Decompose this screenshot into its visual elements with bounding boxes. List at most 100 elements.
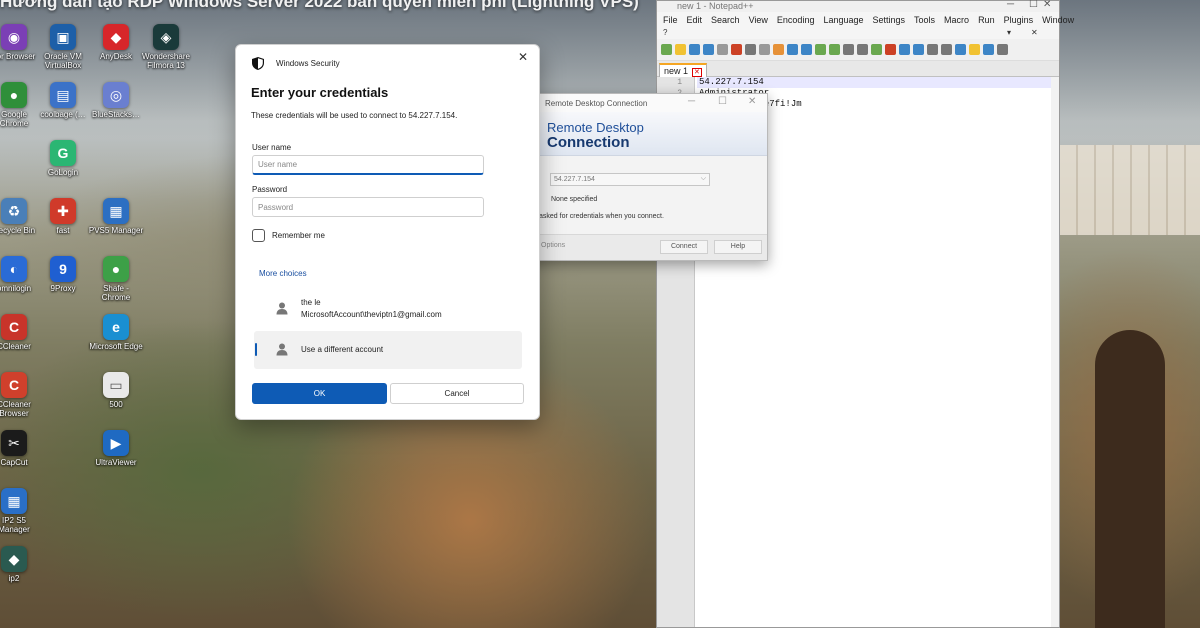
close-icon[interactable]: ✕ bbox=[748, 96, 756, 107]
password-input[interactable] bbox=[252, 197, 484, 217]
toolbar-button-icon[interactable] bbox=[843, 44, 854, 55]
password-label: Password bbox=[252, 185, 288, 194]
menu-item[interactable]: File bbox=[663, 15, 678, 25]
tab-new-1[interactable]: new 1 ✕ bbox=[659, 63, 707, 78]
more-choices-link[interactable]: More choices bbox=[259, 269, 307, 278]
toolbar-button-icon[interactable] bbox=[731, 44, 742, 55]
editor-line[interactable]: 54.227.7.154 bbox=[697, 77, 1053, 88]
tab-list-down-icon[interactable]: ▾ bbox=[1007, 28, 1011, 37]
line-number: 1 bbox=[677, 78, 682, 87]
toolbar-button-icon[interactable] bbox=[773, 44, 784, 55]
toolbar-button-icon[interactable] bbox=[801, 44, 812, 55]
minimize-icon[interactable]: ─ bbox=[688, 96, 695, 107]
app-icon: ● bbox=[103, 256, 129, 282]
remote-desktop-window[interactable]: Remote Desktop Connection ─ ☐ ✕ Remote D… bbox=[522, 93, 768, 261]
desktop-icon[interactable]: ▭ 500 bbox=[88, 372, 144, 430]
close-icon[interactable]: ✕ bbox=[1043, 0, 1051, 10]
desktop-icon[interactable]: ▶ UltraViewer bbox=[88, 430, 144, 488]
toolbar-button-icon[interactable] bbox=[829, 44, 840, 55]
toolbar-button-icon[interactable] bbox=[983, 44, 994, 55]
desktop-icon[interactable]: ◎ BlueStacks… bbox=[88, 82, 144, 140]
menu-item[interactable]: Language bbox=[823, 15, 863, 25]
ok-button[interactable]: OK bbox=[252, 383, 387, 404]
toolbar-button-icon[interactable] bbox=[955, 44, 966, 55]
account-option-different[interactable]: Use a different account bbox=[254, 331, 522, 369]
connect-button[interactable]: Connect bbox=[660, 240, 708, 254]
desktop-icon[interactable]: ▦ IP2 S5 Manager bbox=[0, 488, 42, 546]
notepad-titlebar[interactable]: new 1 - Notepad++ ─ ☐ ✕ bbox=[657, 0, 1059, 12]
desktop-icon[interactable]: ▦ PVS5 Manager bbox=[88, 198, 144, 256]
desktop-icon[interactable]: ✂ CapCut bbox=[0, 430, 42, 488]
desktop-icon[interactable]: ● Shafe - Chrome bbox=[88, 256, 144, 314]
maximize-icon[interactable]: ☐ bbox=[718, 96, 727, 107]
toolbar-button-icon[interactable] bbox=[675, 44, 686, 55]
desktop-icon[interactable]: ▤ coolbage (… bbox=[35, 82, 91, 140]
menu-item[interactable]: Macro bbox=[944, 15, 969, 25]
help-button[interactable]: Help bbox=[714, 240, 762, 254]
app-icon: ♻ bbox=[1, 198, 27, 224]
menu-item[interactable]: Edit bbox=[687, 15, 703, 25]
windows-security-dialog[interactable]: Windows Security ✕ Enter your credential… bbox=[235, 44, 540, 420]
toolbar-button-icon[interactable] bbox=[969, 44, 980, 55]
toolbar-button-icon[interactable] bbox=[857, 44, 868, 55]
minimize-icon[interactable]: ─ bbox=[1007, 0, 1014, 10]
maximize-icon[interactable]: ☐ bbox=[1029, 0, 1038, 10]
toolbar-button-icon[interactable] bbox=[815, 44, 826, 55]
user-avatar-icon bbox=[276, 343, 288, 356]
toolbar-button-icon[interactable] bbox=[941, 44, 952, 55]
menu-item[interactable]: Tools bbox=[914, 15, 935, 25]
close-icon[interactable]: ✕ bbox=[692, 68, 702, 77]
close-tab-icon[interactable]: ✕ bbox=[1031, 28, 1038, 37]
toolbar-button-icon[interactable] bbox=[717, 44, 728, 55]
desktop-icon[interactable]: C CCleaner bbox=[0, 314, 42, 372]
username-input[interactable] bbox=[252, 155, 484, 175]
editor-scrollbar[interactable] bbox=[1051, 77, 1059, 627]
desktop-icon[interactable]: ▣ Oracle VM VirtualBox bbox=[35, 24, 91, 82]
show-options-button[interactable]: Options bbox=[541, 242, 565, 249]
checkbox-box[interactable] bbox=[252, 229, 265, 242]
desktop-icon[interactable]: G GoLogin bbox=[35, 140, 91, 198]
toolbar-button-icon[interactable] bbox=[885, 44, 896, 55]
remember-me-checkbox[interactable]: Remember me bbox=[252, 229, 325, 242]
desktop-icon[interactable]: ◆ AnyDesk bbox=[88, 24, 144, 82]
menu-item[interactable]: View bbox=[749, 15, 768, 25]
computer-combobox[interactable]: 54.227.7.154 ⌵ bbox=[550, 173, 710, 186]
toolbar-button-icon[interactable] bbox=[871, 44, 882, 55]
toolbar-button-icon[interactable] bbox=[787, 44, 798, 55]
toolbar-button-icon[interactable] bbox=[759, 44, 770, 55]
desktop-icon[interactable]: e Microsoft Edge bbox=[88, 314, 144, 372]
menu-item-help[interactable]: ? bbox=[663, 28, 667, 37]
chevron-down-icon[interactable]: ⌵ bbox=[701, 175, 706, 183]
notepad-tabbar: new 1 ✕ bbox=[657, 61, 1059, 78]
dialog-header: Windows Security bbox=[252, 57, 340, 70]
app-icon: 9 bbox=[50, 256, 76, 282]
menu-item[interactable]: Settings bbox=[873, 15, 906, 25]
toolbar-button-icon[interactable] bbox=[913, 44, 924, 55]
shield-icon bbox=[252, 57, 264, 70]
menu-item[interactable]: Window bbox=[1042, 15, 1074, 25]
desktop-icon[interactable]: ◆ ip2 bbox=[0, 546, 42, 604]
toolbar-button-icon[interactable] bbox=[745, 44, 756, 55]
menu-item[interactable]: Encoding bbox=[777, 15, 815, 25]
user-avatar-icon bbox=[276, 302, 288, 315]
toolbar-button-icon[interactable] bbox=[899, 44, 910, 55]
notepad-toolbar bbox=[657, 39, 1059, 61]
menu-item[interactable]: Run bbox=[978, 15, 995, 25]
account-option-the-le[interactable]: the le MicrosoftAccount\theviptn1@gmail.… bbox=[254, 290, 522, 328]
toolbar-button-icon[interactable] bbox=[703, 44, 714, 55]
credentials-note: asked for credentials when you connect. bbox=[539, 213, 664, 220]
toolbar-button-icon[interactable] bbox=[997, 44, 1008, 55]
menu-item[interactable]: Plugins bbox=[1004, 15, 1034, 25]
toolbar-button-icon[interactable] bbox=[689, 44, 700, 55]
rdc-banner-line1: Remote Desktop bbox=[547, 120, 644, 135]
cancel-button[interactable]: Cancel bbox=[390, 383, 524, 404]
desktop-icon[interactable]: ✚ fast bbox=[35, 198, 91, 256]
desktop-icon[interactable]: C CCleaner Browser bbox=[0, 372, 42, 430]
desktop-icon[interactable]: 9 9Proxy bbox=[35, 256, 91, 314]
toolbar-button-icon[interactable] bbox=[661, 44, 672, 55]
menu-item[interactable]: Search bbox=[711, 15, 740, 25]
rdc-titlebar[interactable]: Remote Desktop Connection ─ ☐ ✕ bbox=[523, 94, 767, 112]
toolbar-button-icon[interactable] bbox=[927, 44, 938, 55]
desktop-icon[interactable]: ◈ Wondershare Filmora 13 bbox=[138, 24, 194, 82]
close-icon[interactable]: ✕ bbox=[516, 50, 530, 64]
